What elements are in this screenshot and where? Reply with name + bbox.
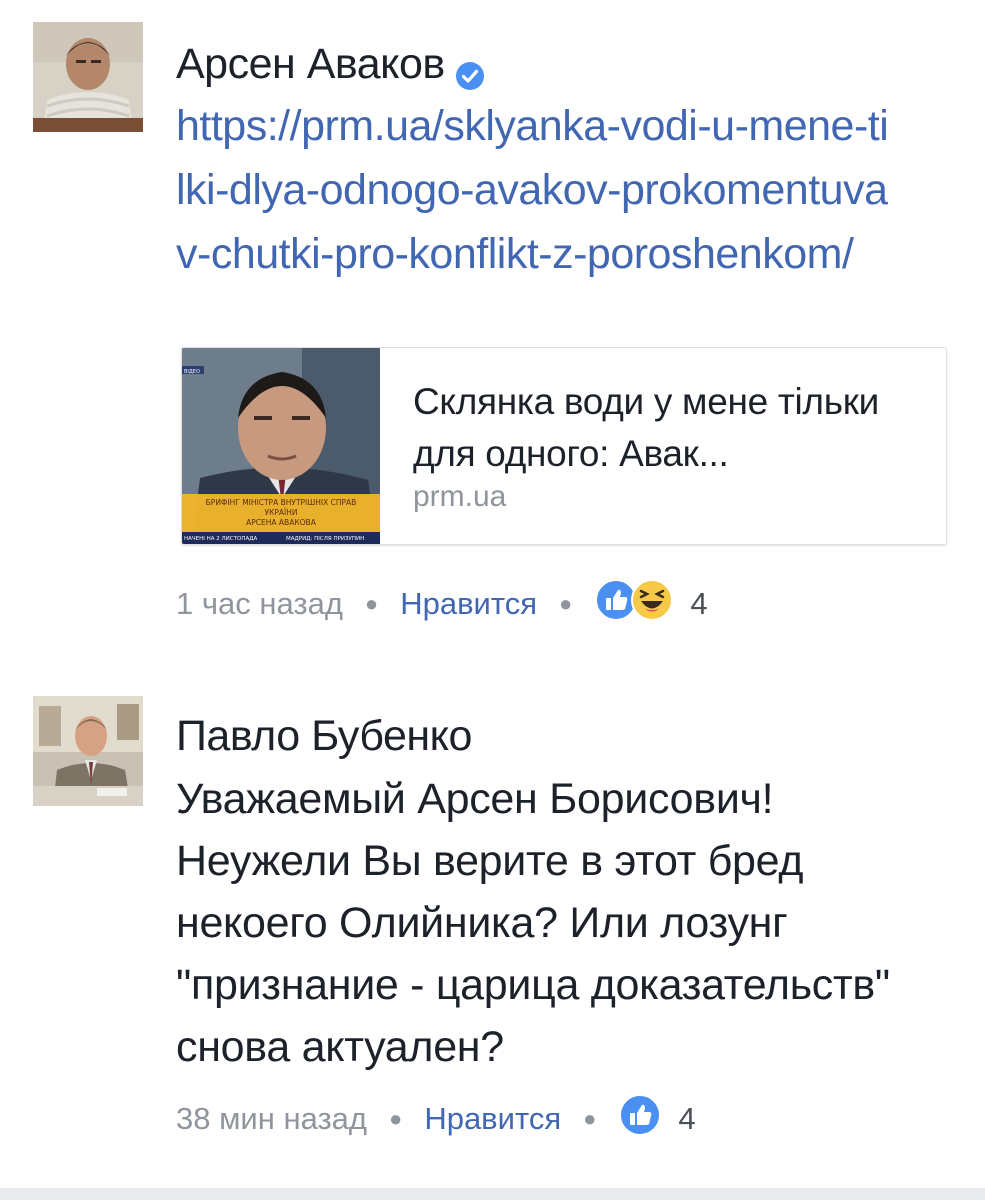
thumb-caption-1: БРИФІНГ МІНІСТРА ВНУТРІШНІХ СПРАВ bbox=[206, 498, 357, 507]
author-name[interactable]: Арсен Аваков bbox=[176, 36, 445, 92]
preview-domain: prm.ua bbox=[413, 480, 507, 513]
separator-dot: ● bbox=[364, 591, 379, 616]
like-icon bbox=[618, 1093, 662, 1145]
link-preview-card[interactable]: ВІДЕО БРИФІНГ МІНІСТРА ВНУТРІШНІХ СПРАВ … bbox=[181, 347, 947, 545]
separator-dot: ● bbox=[389, 1106, 403, 1131]
comment-author[interactable]: Арсен Аваков bbox=[176, 36, 955, 92]
comment-text: Уважаемый Арсен Борисович! Неужели Вы ве… bbox=[176, 775, 890, 1071]
thumb-caption-2: УКРАЇНИ bbox=[264, 508, 297, 517]
verified-badge-icon bbox=[455, 49, 485, 90]
reactions-summary[interactable]: 4 bbox=[618, 1093, 696, 1145]
reaction-count: 4 bbox=[678, 1101, 696, 1136]
comment-time[interactable]: 38 мин назад bbox=[176, 1101, 367, 1137]
preview-title[interactable]: Склянка води у мене тільки для одного: А… bbox=[413, 376, 923, 480]
thumb-ticker-left: НАЧЕНІ НА 2 ЛИСТОПАДА bbox=[184, 536, 258, 542]
avatar[interactable] bbox=[33, 22, 143, 132]
separator-dot: ● bbox=[559, 591, 573, 616]
reactions-summary[interactable]: 4 bbox=[594, 578, 708, 630]
preview-thumbnail: ВІДЕО БРИФІНГ МІНІСТРА ВНУТРІШНІХ СПРАВ … bbox=[182, 348, 380, 544]
author-name[interactable]: Павло Бубенко bbox=[176, 708, 472, 764]
like-button[interactable]: Нравится bbox=[424, 1101, 561, 1137]
comment-meta: 38 мин назад ● Нравится ● 4 bbox=[176, 1093, 696, 1145]
separator-dot: ● bbox=[583, 1106, 597, 1131]
comment-author[interactable]: Павло Бубенко bbox=[176, 708, 955, 764]
comment-meta: 1 час назад ● Нравится ● 4 bbox=[176, 578, 708, 630]
comment-link[interactable]: https://prm.ua/sklyanka-vodi-u-mene-tilk… bbox=[176, 94, 896, 286]
thumb-caption-3: АРСЕНА АВАКОВА bbox=[246, 518, 317, 527]
like-button[interactable]: Нравится bbox=[400, 586, 537, 622]
haha-icon bbox=[630, 578, 674, 630]
thumb-ticker-right: МАДРИД: ПІСЛЯ ПРИЗУПИН bbox=[286, 536, 364, 542]
section-divider bbox=[0, 1188, 985, 1200]
comment-time[interactable]: 1 час назад bbox=[176, 586, 343, 622]
avatar[interactable] bbox=[33, 696, 143, 806]
reaction-count: 4 bbox=[690, 586, 708, 621]
thumb-tag: ВІДЕО bbox=[184, 369, 200, 375]
